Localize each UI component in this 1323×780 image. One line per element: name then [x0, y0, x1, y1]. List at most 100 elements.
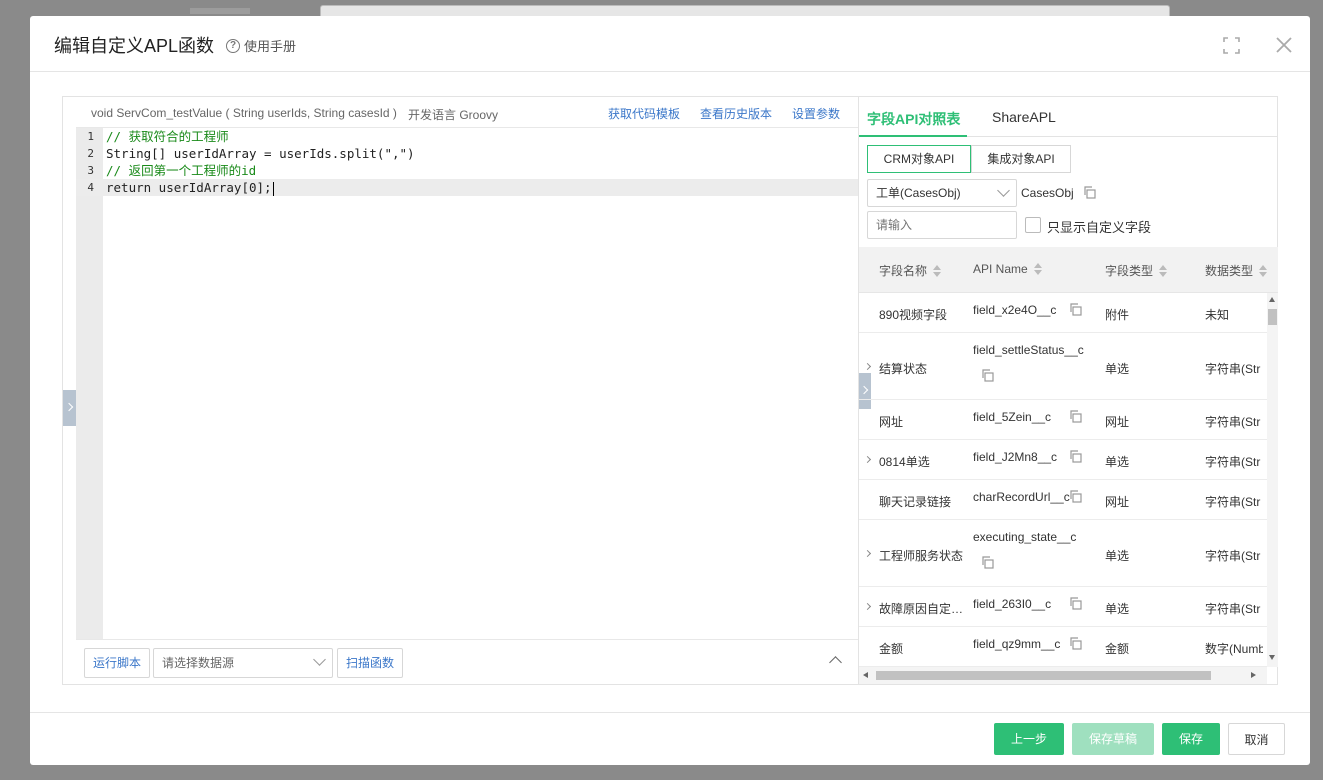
- cell-data-type: 数字(Numb: [1205, 642, 1263, 656]
- manual-link[interactable]: ? 使用手册: [226, 36, 296, 55]
- scroll-right-icon[interactable]: [1251, 672, 1256, 678]
- copy-icon[interactable]: [1069, 303, 1082, 316]
- scan-function-button[interactable]: 扫描函数: [337, 648, 403, 678]
- cell-field-type: 金额: [1105, 642, 1130, 656]
- save-button[interactable]: 保存: [1162, 723, 1220, 755]
- cell-data-type: 字符串(Str: [1205, 495, 1261, 509]
- code-line-active: 4 return userIdArray[0];: [76, 179, 858, 196]
- cell-field-name: 聊天记录链接: [879, 495, 952, 509]
- copy-icon[interactable]: [981, 369, 994, 382]
- cell-field-type: 网址: [1105, 415, 1130, 429]
- table-row[interactable]: 工程师服务状态 executing_state__c 单选 字符串(Str: [859, 520, 1268, 587]
- copy-icon[interactable]: [1069, 450, 1082, 463]
- tab-field-api[interactable]: 字段API对照表: [867, 109, 960, 129]
- cell-field-type: 附件: [1105, 308, 1130, 322]
- header-api-name[interactable]: API Name: [973, 262, 1042, 276]
- expand-row-icon[interactable]: [863, 602, 872, 611]
- header-field-name[interactable]: 字段名称: [879, 262, 942, 279]
- datasource-select[interactable]: 请选择数据源: [153, 648, 333, 678]
- object-select[interactable]: 工单(CasesObj): [867, 179, 1017, 207]
- cell-field-type: 单选: [1105, 362, 1130, 376]
- backdrop-label: [190, 8, 250, 14]
- sort-icon: [1259, 264, 1268, 277]
- history-version-link[interactable]: 查看历史版本: [700, 105, 772, 122]
- field-api-panel: 字段API对照表 ShareAPL CRM对象API 集成对象API 工单(Ca…: [858, 97, 1278, 684]
- cell-field-type: 网址: [1105, 495, 1130, 509]
- tab-shareapl[interactable]: ShareAPL: [992, 109, 1056, 125]
- scroll-down-icon[interactable]: [1269, 655, 1275, 660]
- dialog-body: void ServCom_testValue ( String userIds,…: [62, 96, 1278, 685]
- cell-data-type: 字符串(Str: [1205, 415, 1261, 429]
- table-row[interactable]: 网址 field_5Zein__c 网址 字符串(Str: [859, 400, 1268, 440]
- run-script-button[interactable]: 运行脚本: [84, 648, 150, 678]
- expand-row-icon[interactable]: [863, 455, 872, 464]
- line-gutter: [76, 128, 103, 640]
- segment-crm-api[interactable]: CRM对象API: [867, 145, 971, 173]
- copy-icon[interactable]: [1069, 410, 1082, 423]
- chevron-right-icon: [64, 402, 74, 412]
- close-icon[interactable]: [1275, 36, 1293, 54]
- copy-icon[interactable]: [1083, 186, 1096, 199]
- horizontal-scrollbar[interactable]: [859, 667, 1267, 684]
- editor-bottom-bar: 运行脚本 请选择数据源 扫描函数: [76, 639, 858, 684]
- cell-field-name: 网址: [879, 415, 904, 429]
- fullscreen-icon[interactable]: [1223, 37, 1240, 54]
- line-number: 4: [87, 181, 94, 194]
- api-tabs: 字段API对照表 ShareAPL: [859, 97, 1278, 137]
- header-label: 字段名称: [879, 264, 928, 278]
- cell-field-name: 故障原因自定…: [879, 602, 964, 616]
- expand-row-icon[interactable]: [863, 549, 872, 558]
- prev-step-button[interactable]: 上一步: [994, 723, 1064, 755]
- vertical-scrollbar[interactable]: [1267, 293, 1278, 667]
- cell-api-name: executing_state__c: [973, 530, 1077, 544]
- datasource-placeholder: 请选择数据源: [162, 656, 235, 670]
- cell-field-type: 单选: [1105, 455, 1130, 469]
- copy-icon[interactable]: [981, 556, 994, 569]
- copy-icon[interactable]: [1069, 637, 1082, 650]
- header-data-type[interactable]: 数据类型: [1205, 262, 1268, 279]
- object-select-value: 工单(CasesObj): [876, 186, 961, 200]
- cancel-button[interactable]: 取消: [1228, 723, 1285, 755]
- chevron-down-icon: [313, 653, 326, 666]
- line-number: 2: [87, 147, 94, 160]
- table-row[interactable]: 金额 field_qz9mm__c 金额 数字(Numb: [859, 627, 1268, 667]
- function-signature: void ServCom_testValue ( String userIds,…: [91, 106, 397, 120]
- expand-row-icon[interactable]: [863, 362, 872, 371]
- help-icon: ?: [226, 38, 240, 53]
- active-tab-underline: [859, 135, 967, 137]
- set-params-link[interactable]: 设置参数: [792, 105, 840, 122]
- field-search-input[interactable]: [867, 211, 1017, 239]
- chevron-down-icon: [997, 184, 1010, 197]
- table-row[interactable]: 聊天记录链接 charRecordUrl__c 网址 字符串(Str: [859, 480, 1268, 520]
- copy-icon[interactable]: [1069, 490, 1082, 503]
- header-field-type[interactable]: 字段类型: [1105, 262, 1168, 279]
- header-label: API Name: [973, 262, 1028, 276]
- table-row[interactable]: 0814单选 field_J2Mn8__c 单选 字符串(Str: [859, 440, 1268, 480]
- header-label: 数据类型: [1205, 264, 1254, 278]
- table-row[interactable]: 故障原因自定… field_263I0__c 单选 字符串(Str: [859, 587, 1268, 627]
- manual-label: 使用手册: [244, 39, 297, 54]
- segment-integration-api[interactable]: 集成对象API: [971, 145, 1071, 173]
- cell-field-type: 单选: [1105, 602, 1130, 616]
- cell-field-name: 890视频字段: [879, 308, 948, 322]
- custom-only-checkbox[interactable]: [1025, 217, 1041, 233]
- scroll-left-icon[interactable]: [863, 672, 868, 678]
- save-draft-button[interactable]: 保存草稿: [1072, 723, 1154, 755]
- vertical-scroll-thumb[interactable]: [1268, 309, 1277, 325]
- left-panel-toggle[interactable]: [63, 390, 76, 426]
- code-editor[interactable]: 1 // 获取符合的工程师 2 String[] userIdArray = u…: [76, 127, 858, 640]
- table-row[interactable]: 结算状态 field_settleStatus__c 单选 字符串(Str: [859, 333, 1268, 400]
- cell-field-name: 结算状态: [879, 362, 928, 376]
- copy-icon[interactable]: [1069, 597, 1082, 610]
- signature-bar: void ServCom_testValue ( String userIds,…: [63, 97, 858, 127]
- dialog-title: 编辑自定义APL函数: [54, 36, 215, 56]
- horizontal-scroll-thumb[interactable]: [876, 671, 1211, 680]
- cell-data-type: 字符串(Str: [1205, 455, 1261, 469]
- cell-data-type: 字符串(Str: [1205, 602, 1261, 616]
- get-template-link[interactable]: 获取代码模板: [608, 105, 680, 122]
- line-number: 1: [87, 130, 94, 143]
- chevron-up-icon[interactable]: [829, 656, 842, 669]
- scroll-up-icon[interactable]: [1269, 297, 1275, 302]
- cell-data-type: 字符串(Str: [1205, 549, 1261, 563]
- table-row[interactable]: 890视频字段 field_x2e4O__c 附件 未知: [859, 293, 1268, 333]
